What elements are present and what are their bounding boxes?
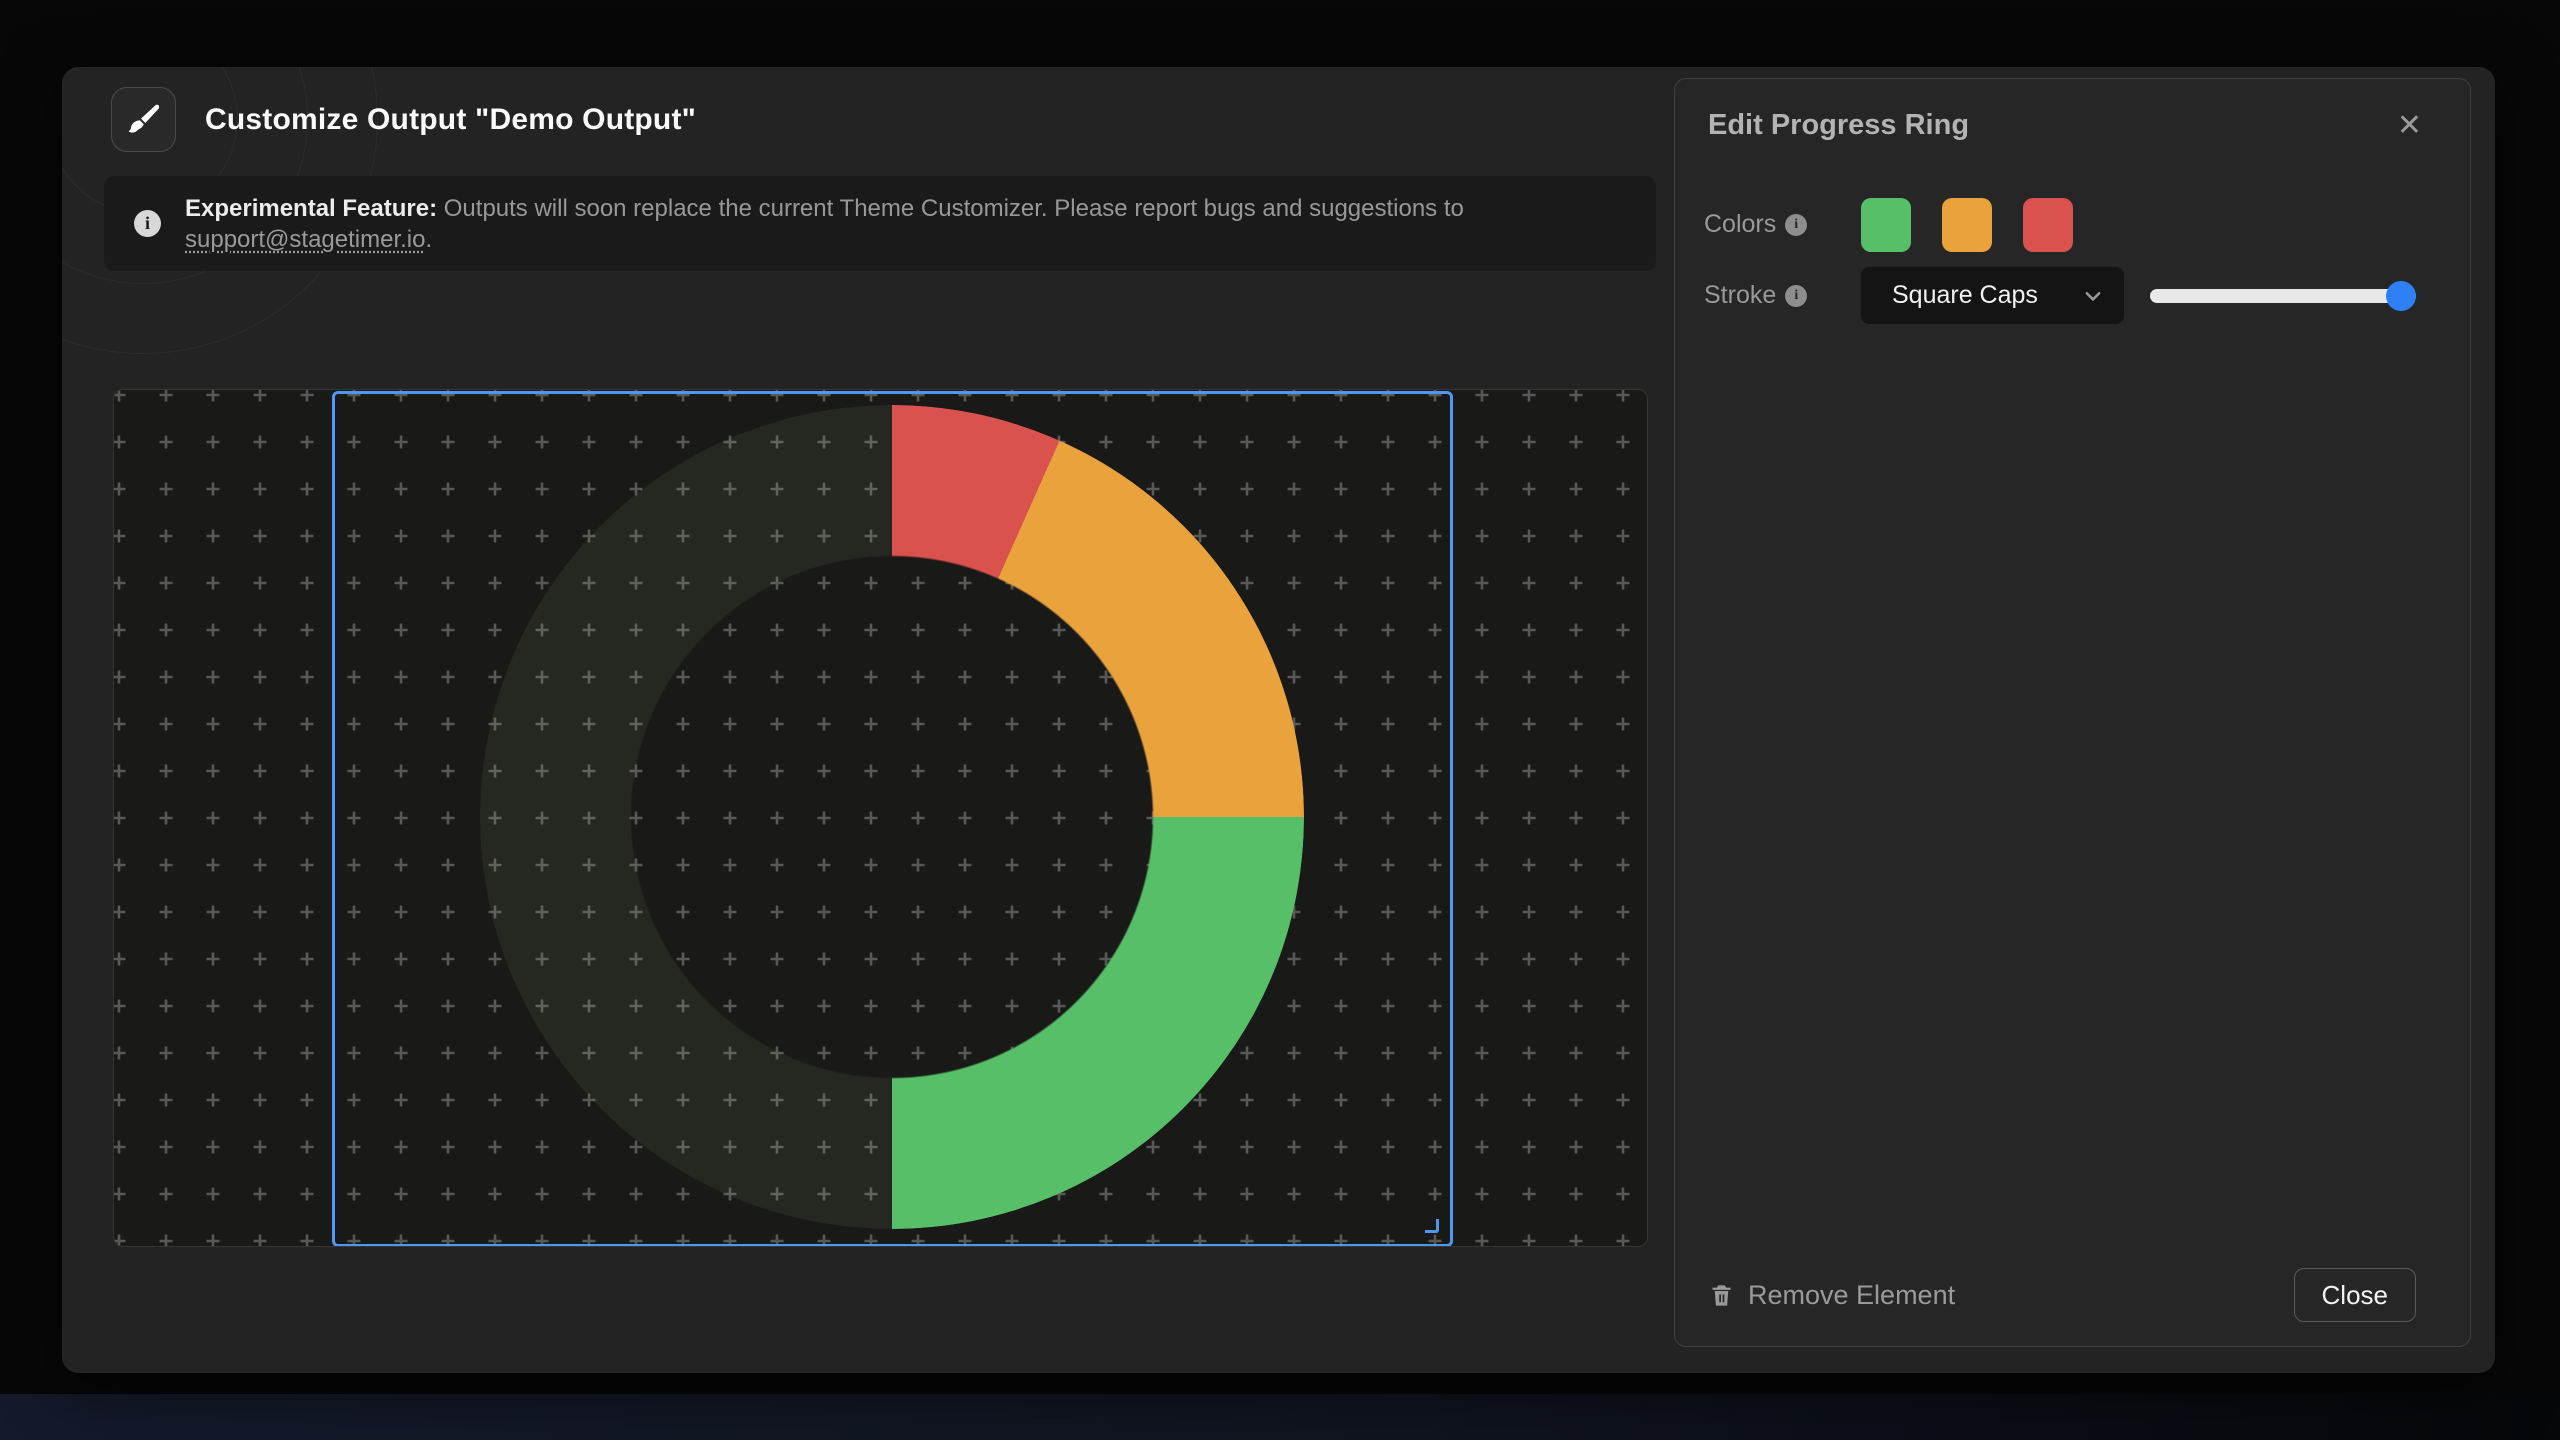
stroke-info-icon[interactable]: i	[1785, 285, 1807, 307]
edit-progress-ring-panel: Edit Progress Ring ✕ Colors i Stroke i S…	[1674, 78, 2471, 1347]
panel-title: Edit Progress Ring	[1708, 109, 1969, 142]
app-background-strip	[0, 1394, 2560, 1440]
output-preview-canvas[interactable]	[113, 389, 1648, 1247]
trash-icon	[1708, 1282, 1735, 1309]
dropdown-value: Square Caps	[1892, 281, 2038, 310]
stroke-row: Stroke i Square Caps	[1704, 267, 2416, 324]
slider-thumb[interactable]	[2386, 281, 2416, 311]
close-button[interactable]: Close	[2294, 1268, 2416, 1322]
modal-header: Customize Output "Demo Output"	[111, 87, 696, 152]
stroke-width-slider[interactable]	[2150, 281, 2416, 311]
color-swatches	[1861, 198, 2073, 252]
panel-header: Edit Progress Ring ✕	[1708, 109, 2422, 142]
resize-handle-icon[interactable]	[1425, 1219, 1439, 1233]
banner-bold: Experimental Feature:	[185, 195, 437, 222]
remove-element-label: Remove Element	[1748, 1280, 1955, 1311]
banner-text: Experimental Feature: Outputs will soon …	[185, 193, 1464, 255]
support-email-link[interactable]: support@stagetimer.io	[185, 226, 425, 253]
element-selection-box[interactable]	[332, 391, 1453, 1247]
stroke-label: Stroke i	[1704, 281, 1861, 310]
slider-track[interactable]	[2150, 289, 2416, 303]
panel-footer: Remove Element Close	[1708, 1268, 2416, 1322]
info-icon: i	[134, 210, 161, 237]
modal-title: Customize Output "Demo Output"	[205, 103, 696, 137]
banner-period: .	[425, 226, 432, 253]
banner-message: Outputs will soon replace the current Th…	[437, 195, 1464, 222]
colors-row: Colors i	[1704, 196, 2416, 253]
close-icon[interactable]: ✕	[2397, 111, 2422, 141]
colors-label: Colors i	[1704, 210, 1861, 239]
experimental-feature-banner: i Experimental Feature: Outputs will soo…	[104, 176, 1656, 271]
remove-element-button[interactable]: Remove Element	[1708, 1280, 1955, 1311]
stroke-style-dropdown[interactable]: Square Caps	[1861, 267, 2124, 324]
chevron-down-icon	[2082, 285, 2104, 307]
color-swatch[interactable]	[1942, 198, 1992, 252]
color-swatch[interactable]	[1861, 198, 1911, 252]
color-swatch[interactable]	[2023, 198, 2073, 252]
colors-info-icon[interactable]: i	[1785, 214, 1807, 236]
paintbrush-icon	[111, 87, 176, 152]
